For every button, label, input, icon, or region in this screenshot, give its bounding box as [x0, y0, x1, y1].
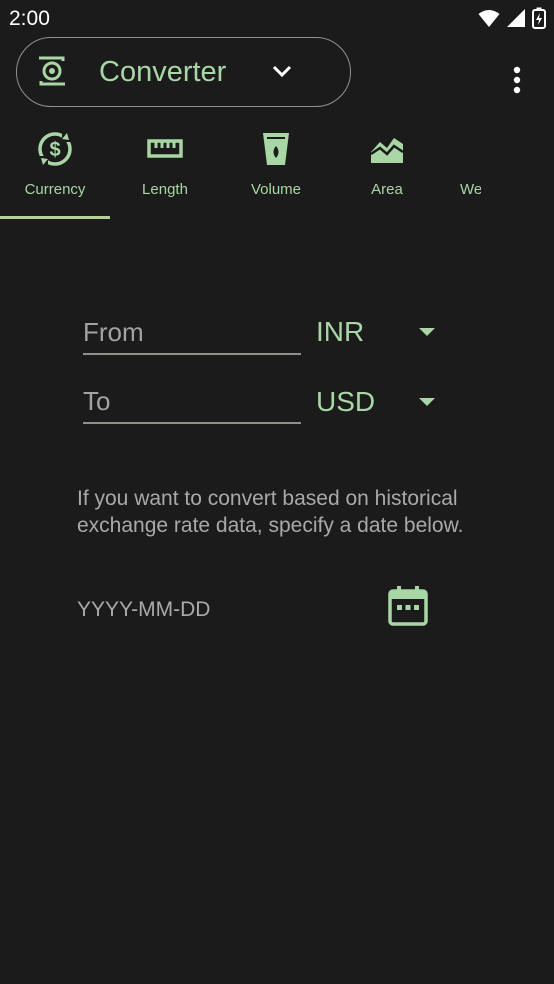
tab-currency[interactable]: $ Currency	[0, 120, 110, 220]
chevron-down-icon	[272, 65, 292, 78]
dropdown-arrow-icon	[419, 328, 435, 336]
to-unit-value: USD	[316, 386, 376, 417]
selected-tab-indicator	[0, 216, 110, 219]
to-placeholder: To	[83, 386, 111, 416]
tab-weight[interactable]: We	[443, 120, 481, 220]
status-bar: 2:00	[0, 0, 554, 36]
currency-icon: $	[36, 130, 74, 168]
tab-label: Currency	[24, 181, 86, 198]
to-unit-select[interactable]: USD	[316, 386, 438, 426]
selector-label: Converter	[99, 56, 227, 88]
from-unit-value: INR	[316, 316, 365, 347]
area-icon	[370, 138, 404, 163]
cup-icon	[263, 133, 289, 165]
unit-tabs: $ Currency Length Volume Area We	[0, 120, 554, 220]
converter-selector[interactable]: Converter	[16, 37, 351, 107]
calendar-icon[interactable]	[386, 584, 430, 628]
tab-label: We	[460, 181, 481, 198]
dropdown-arrow-icon	[419, 398, 435, 406]
from-field[interactable]: From	[83, 317, 301, 355]
historical-rate-hint: If you want to convert based on historic…	[77, 487, 464, 537]
from-unit-select[interactable]: INR	[316, 316, 438, 356]
signal-icon	[507, 9, 525, 27]
tab-area[interactable]: Area	[332, 120, 442, 220]
date-input[interactable]: YYYY-MM-DD	[77, 598, 210, 622]
wifi-icon	[478, 10, 500, 27]
tab-length[interactable]: Length	[110, 120, 220, 220]
ruler-icon	[147, 139, 183, 158]
converter-screen: 2:00 Converter $ Currency Length Volume …	[0, 0, 554, 984]
tab-label: Length	[142, 181, 188, 198]
converter-icon	[39, 56, 65, 86]
from-placeholder: From	[83, 317, 144, 347]
to-field[interactable]: To	[83, 386, 301, 424]
tab-label: Volume	[250, 181, 302, 198]
battery-icon	[532, 7, 546, 29]
tab-label: Area	[371, 181, 403, 198]
status-time: 2:00	[9, 7, 50, 30]
svg-text:$: $	[49, 139, 60, 161]
more-vert-icon[interactable]	[502, 60, 532, 100]
tab-volume[interactable]: Volume	[221, 120, 331, 220]
status-icons	[478, 7, 546, 29]
